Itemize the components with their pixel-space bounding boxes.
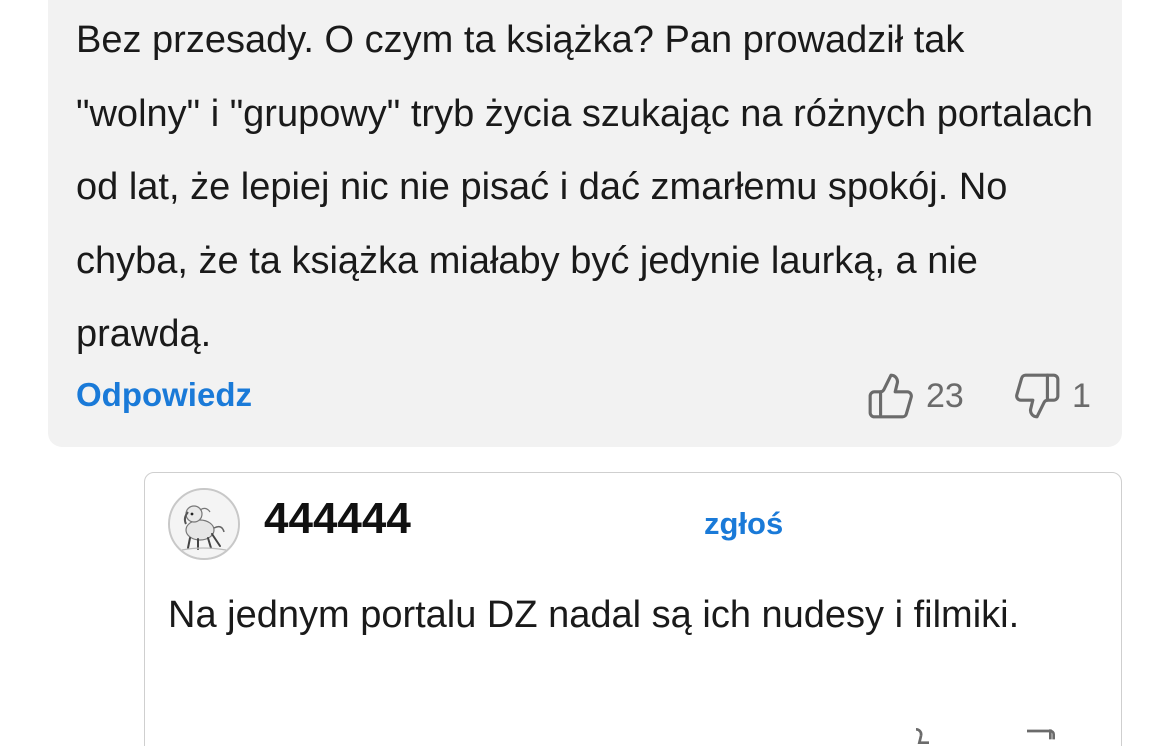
thumbs-up-icon-partial bbox=[896, 726, 936, 746]
dislike-button[interactable]: 1 bbox=[1012, 370, 1091, 422]
reply-button[interactable]: Odpowiedz bbox=[76, 376, 252, 414]
like-count: 23 bbox=[926, 376, 964, 415]
thumbs-down-icon-partial bbox=[1020, 726, 1064, 746]
avatar[interactable] bbox=[168, 488, 240, 560]
username[interactable]: 444444 bbox=[264, 494, 411, 544]
report-button[interactable]: zgłoś bbox=[704, 506, 783, 542]
comments-section: Bez przesady. O czym ta książka? Pan pro… bbox=[0, 0, 1170, 746]
avatar-dog-icon bbox=[170, 490, 238, 558]
dislike-count: 1 bbox=[1072, 376, 1091, 415]
comment-text: Bez przesady. O czym ta książka? Pan pro… bbox=[76, 19, 1094, 355]
thumbs-down-icon bbox=[1012, 371, 1062, 421]
like-button[interactable]: 23 bbox=[866, 370, 964, 422]
thumbs-up-icon bbox=[866, 371, 916, 421]
reply-text: Na jednym portalu DZ nadal są ich nudesy… bbox=[168, 594, 1020, 636]
